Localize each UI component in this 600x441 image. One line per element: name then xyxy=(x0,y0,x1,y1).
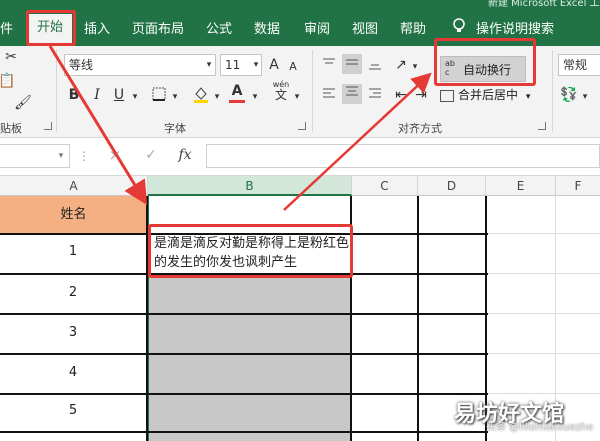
watermark-sub: 头条 @lilishuaixuezhe xyxy=(486,422,594,433)
annotation-arrows xyxy=(48,45,432,211)
arrow-to-column-b xyxy=(48,45,148,206)
arrow-to-wrap-text xyxy=(283,72,432,211)
excel-window: 新建 Microsoft Excel 工作表 件 开始 插入 页面布局 公式 数… xyxy=(0,0,600,441)
